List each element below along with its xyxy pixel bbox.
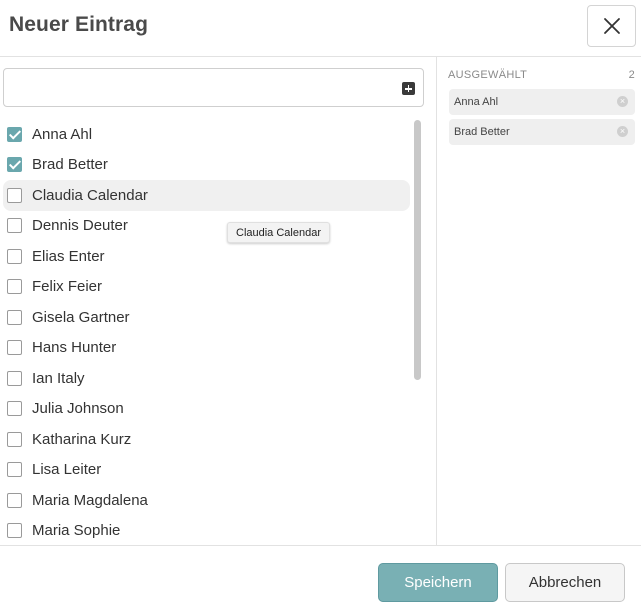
list-item[interactable]: Maria Sophie	[0, 516, 412, 547]
checkbox[interactable]	[7, 370, 22, 386]
close-icon	[603, 18, 620, 34]
item-label: Claudia Calendar	[32, 186, 148, 204]
selected-chip: Brad Better ×	[449, 119, 635, 145]
item-label: Gisela Gartner	[32, 308, 130, 326]
list-item[interactable]: Dennis Deuter	[0, 211, 412, 242]
list-item[interactable]: Hans Hunter	[0, 333, 412, 364]
dialog-footer: Speichern Abbrechen	[0, 545, 641, 609]
checkbox[interactable]	[7, 523, 22, 539]
list-item[interactable]: Elias Enter	[0, 241, 412, 272]
checkbox[interactable]	[7, 309, 22, 325]
list-item[interactable]: Julia Johnson	[0, 394, 412, 425]
item-label: Felix Feier	[32, 278, 103, 296]
checkbox[interactable]	[7, 218, 22, 234]
chip-label: Brad Better	[454, 126, 510, 138]
item-label: Maria Sophie	[32, 522, 121, 540]
item-label: Ian Italy	[32, 369, 85, 387]
item-label: Brad Better	[32, 156, 108, 174]
list-item[interactable]: Katharina Kurz	[0, 424, 412, 455]
item-tooltip: Claudia Calendar	[227, 222, 330, 243]
search-input[interactable]	[3, 68, 424, 107]
checkbox[interactable]	[7, 157, 22, 173]
checkbox[interactable]	[7, 340, 22, 356]
item-label: Julia Johnson	[32, 400, 124, 418]
checkbox[interactable]	[7, 126, 22, 142]
selected-header: AUSGEWÄHLT 2	[448, 69, 635, 81]
item-label: Hans Hunter	[32, 339, 117, 357]
list-item[interactable]: Brad Better	[0, 150, 412, 181]
dialog-header: Neuer Eintrag	[0, 0, 641, 57]
remove-icon[interactable]: ×	[617, 96, 628, 107]
item-label: Elias Enter	[32, 247, 105, 265]
list-item[interactable]: Felix Feier	[0, 272, 412, 303]
options-pane: Anna Ahl Brad Better Claudia Calendar De…	[0, 57, 436, 545]
selected-header-label: AUSGEWÄHLT	[448, 69, 528, 81]
checkbox[interactable]	[7, 431, 22, 447]
item-label: Maria Magdalena	[32, 491, 148, 509]
item-label: Dennis Deuter	[32, 217, 128, 235]
checkbox[interactable]	[7, 492, 22, 508]
list-item[interactable]: Lisa Leiter	[0, 455, 412, 486]
item-label: Lisa Leiter	[32, 461, 102, 479]
list-item[interactable]: Ian Italy	[0, 363, 412, 394]
chip-label: Anna Ahl	[454, 96, 499, 108]
close-button[interactable]	[587, 5, 636, 47]
selected-count: 2	[628, 69, 635, 81]
selected-chip: Anna Ahl ×	[449, 89, 635, 115]
checkbox[interactable]	[7, 187, 22, 203]
selected-pane: AUSGEWÄHLT 2 Anna Ahl × Brad Better ×	[436, 57, 641, 545]
dialog-title: Neuer Eintrag	[9, 13, 148, 36]
checkbox[interactable]	[7, 279, 22, 295]
cancel-button[interactable]: Abbrechen	[505, 563, 625, 602]
checkbox[interactable]	[7, 248, 22, 264]
item-label: Katharina Kurz	[32, 430, 132, 448]
list-item[interactable]: Claudia Calendar	[0, 180, 412, 211]
list-item[interactable]: Gisela Gartner	[0, 302, 412, 333]
checkbox[interactable]	[7, 462, 22, 478]
list-item[interactable]: Maria Magdalena	[0, 485, 412, 516]
save-button[interactable]: Speichern	[378, 563, 498, 602]
remove-icon[interactable]: ×	[617, 126, 628, 137]
list-item[interactable]: Anna Ahl	[0, 119, 412, 150]
item-label: Anna Ahl	[32, 125, 93, 143]
scrollbar-thumb[interactable]	[414, 120, 421, 380]
options-list: Anna Ahl Brad Better Claudia Calendar De…	[0, 119, 412, 546]
plus-square-icon[interactable]	[402, 82, 415, 95]
checkbox[interactable]	[7, 401, 22, 417]
